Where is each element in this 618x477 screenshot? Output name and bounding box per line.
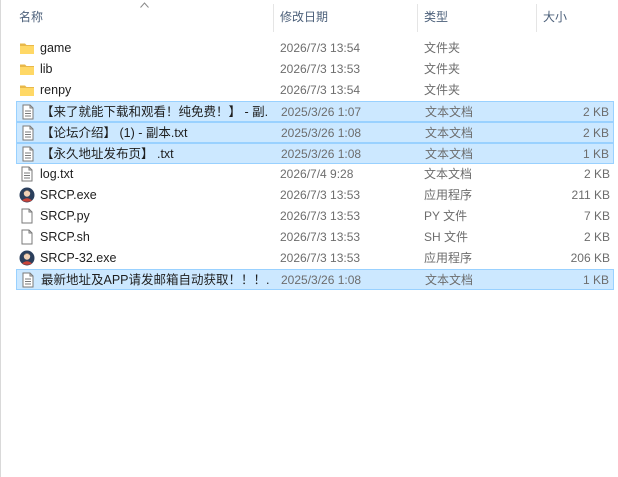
file-size <box>540 59 610 80</box>
text-file-icon <box>19 166 35 182</box>
file-size: 1 KB <box>582 273 609 287</box>
app-icon <box>19 187 35 203</box>
file-name: SRCP.sh <box>40 230 90 244</box>
file-date-modified: 2025/3/26 1:07 <box>281 105 362 119</box>
file-name: lib <box>40 62 53 76</box>
file-name: 【来了就能下载和观看！纯免费！】 - 副... <box>41 105 269 119</box>
file-type: 文件夹 <box>424 41 461 55</box>
column-header-name[interactable]: 名称 <box>19 0 43 34</box>
file-name: SRCP.py <box>40 209 90 223</box>
file-name: 【论坛介绍】 (1) - 副本.txt <box>41 126 188 140</box>
file-row[interactable]: SRCP.exe 2026/7/3 13:53 应用程序 211 KB <box>16 185 614 206</box>
column-header-date[interactable]: 修改日期 <box>280 0 328 34</box>
file-date-modified: 2026/7/3 13:54 <box>280 83 361 97</box>
text-file-icon <box>20 104 36 120</box>
file-icon <box>19 208 35 224</box>
file-date-modified: 2026/7/4 9:28 <box>280 167 354 181</box>
file-date-modified: 2026/7/3 13:53 <box>280 209 361 223</box>
column-divider[interactable] <box>273 4 274 32</box>
sort-ascending-icon[interactable] <box>140 2 149 8</box>
file-row[interactable]: 【永久地址发布页】 .txt 2025/3/26 1:08 文本文档 1 KB <box>16 143 614 164</box>
file-date-modified: 2025/3/26 1:08 <box>281 126 362 140</box>
file-size: 2 KB <box>582 126 609 140</box>
file-date-modified: 2026/7/3 13:53 <box>280 251 361 265</box>
file-date-modified: 2026/7/3 13:54 <box>280 41 361 55</box>
folder-icon <box>19 61 35 77</box>
file-size: 1 KB <box>582 147 609 161</box>
folder-icon <box>19 82 35 98</box>
file-name: SRCP.exe <box>40 188 97 202</box>
file-type: 文本文档 <box>425 126 474 140</box>
file-date-modified: 2025/3/26 1:08 <box>281 273 362 287</box>
file-name: 最新地址及APP请发邮箱自动获取！！！... <box>41 273 269 287</box>
file-row[interactable]: game 2026/7/3 13:54 文件夹 <box>16 38 614 59</box>
file-icon <box>19 229 35 245</box>
file-name: game <box>40 41 72 55</box>
file-size: 206 KB <box>570 251 610 265</box>
file-type: 应用程序 <box>424 251 473 265</box>
file-type: 文本文档 <box>425 273 474 287</box>
file-date-modified: 2026/7/3 13:53 <box>280 230 361 244</box>
file-size: 2 KB <box>583 167 610 181</box>
file-name: SRCP-32.exe <box>40 251 117 265</box>
file-row[interactable]: SRCP-32.exe 2026/7/3 13:53 应用程序 206 KB <box>16 248 614 269</box>
file-size: 7 KB <box>583 209 610 223</box>
file-type: PY 文件 <box>424 209 468 223</box>
column-divider[interactable] <box>417 4 418 32</box>
text-file-icon <box>20 125 36 141</box>
file-size <box>540 38 610 59</box>
file-date-modified: 2026/7/3 13:53 <box>280 188 361 202</box>
file-type: 文件夹 <box>424 83 461 97</box>
file-size: 2 KB <box>583 230 610 244</box>
file-type: SH 文件 <box>424 230 469 244</box>
file-type: 文件夹 <box>424 62 461 76</box>
column-header: 名称 修改日期 类型 大小 <box>0 0 618 34</box>
file-name: log.txt <box>40 167 74 181</box>
text-file-icon <box>20 272 36 288</box>
column-header-size[interactable]: 大小 <box>543 0 567 34</box>
column-header-type[interactable]: 类型 <box>424 0 448 34</box>
file-name: renpy <box>40 83 72 97</box>
column-divider[interactable] <box>536 4 537 32</box>
file-size <box>540 80 610 101</box>
file-row[interactable]: 【论坛介绍】 (1) - 副本.txt 2025/3/26 1:08 文本文档 2 K… <box>16 122 614 143</box>
file-name: 【永久地址发布页】 .txt <box>41 147 174 161</box>
file-row[interactable]: log.txt 2026/7/4 9:28 文本文档 2 KB <box>16 164 614 185</box>
text-file-icon <box>20 146 36 162</box>
file-type: 文本文档 <box>425 105 474 119</box>
file-size: 2 KB <box>582 105 609 119</box>
file-type: 应用程序 <box>424 188 473 202</box>
app-icon <box>19 250 35 266</box>
folder-icon <box>19 40 35 56</box>
window-left-border <box>0 0 1 477</box>
file-row[interactable]: SRCP.sh 2026/7/3 13:53 SH 文件 2 KB <box>16 227 614 248</box>
file-row[interactable]: 最新地址及APP请发邮箱自动获取！！！... 2025/3/26 1:08 文本文档… <box>16 269 614 290</box>
file-row[interactable]: lib 2026/7/3 13:53 文件夹 <box>16 59 614 80</box>
file-date-modified: 2026/7/3 13:53 <box>280 62 361 76</box>
file-date-modified: 2025/3/26 1:08 <box>281 147 362 161</box>
file-row[interactable]: 【来了就能下载和观看！纯免费！】 - 副... 2025/3/26 1:07 文本文… <box>16 101 614 122</box>
file-type: 文本文档 <box>425 147 474 161</box>
file-row[interactable]: SRCP.py 2026/7/3 13:53 PY 文件 7 KB <box>16 206 614 227</box>
file-size: 211 KB <box>571 188 610 202</box>
file-row[interactable]: renpy 2026/7/3 13:54 文件夹 <box>16 80 614 101</box>
file-type: 文本文档 <box>424 167 473 181</box>
